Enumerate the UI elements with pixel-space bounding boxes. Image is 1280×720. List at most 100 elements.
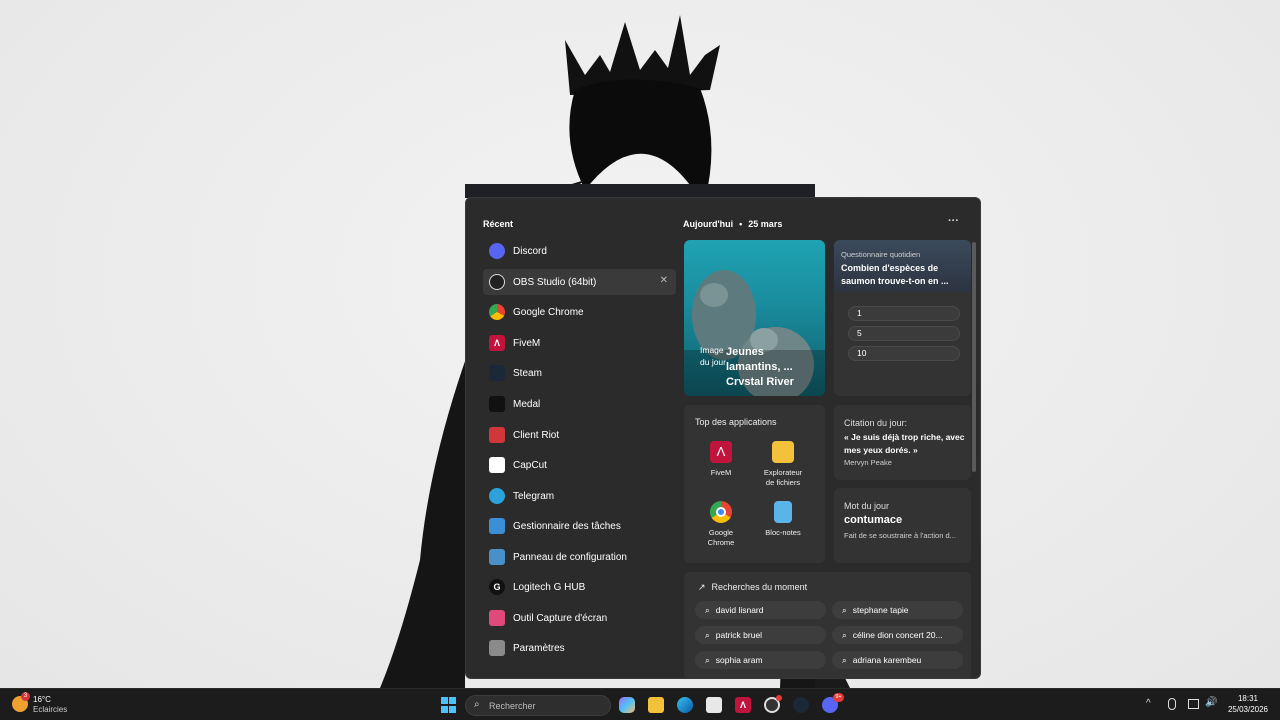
windows-start-icon[interactable]	[440, 697, 456, 713]
top-app-chrome[interactable]: Google Chrome	[691, 501, 751, 548]
store-icon[interactable]	[706, 697, 722, 713]
word-of-day-card[interactable]: Mot du jour contumace Fait de se soustra…	[834, 488, 971, 563]
recent-item-outil-capture-d-cran[interactable]: Outil Capture d'écran	[483, 605, 676, 631]
top-app-notepad[interactable]: Bloc-notes	[753, 501, 813, 538]
trending-pill[interactable]: ⌕ patrick bruel	[695, 626, 826, 644]
trending-pill[interactable]: ⌕ david lisnard	[695, 601, 826, 619]
image-title: Jeunes lamantins, ... Crystal River	[726, 346, 794, 385]
word-definition: Fait de se soustraire à l'action d...	[844, 531, 956, 540]
trending-pill[interactable]: ⌕ céline dion concert 20...	[832, 626, 963, 644]
file-explorer-icon[interactable]	[648, 697, 664, 713]
discord-icon	[489, 243, 505, 259]
more-options-button[interactable]: ···	[948, 215, 959, 227]
chrome-icon	[489, 304, 505, 320]
scrollbar[interactable]	[972, 242, 976, 472]
recent-item-client-riot[interactable]: Client Riot	[483, 422, 676, 448]
recent-item-telegram[interactable]: Telegram	[483, 483, 676, 509]
network-icon[interactable]	[1188, 699, 1199, 709]
settings-icon	[489, 640, 505, 656]
quiz-question: Combien d'espèces de saumon trouve-t-on …	[841, 263, 949, 286]
fivem-icon[interactable]: Λ	[735, 697, 751, 713]
recent-item-label: Outil Capture d'écran	[513, 612, 608, 624]
today-header: Aujourd'hui • 25 mars	[683, 219, 782, 229]
search-icon: ⌕	[842, 604, 847, 615]
recent-item-label: Panneau de configuration	[513, 551, 627, 563]
daily-quiz-card[interactable]: Questionnaire quotidien Combien d'espèce…	[834, 240, 971, 396]
image-of-day-card[interactable]: Image du jour Jeunes lamantins, ... Crys…	[684, 240, 825, 396]
recent-item-obs-studio-64bit[interactable]: OBS Studio (64bit) ✕	[483, 269, 676, 295]
top-app-fivem[interactable]: Λ FiveM	[691, 441, 751, 478]
volume-icon[interactable]: 🔊	[1205, 697, 1217, 708]
quote-text: « Je suis déjà trop riche, avec mes yeux…	[844, 432, 965, 455]
riot-icon	[489, 427, 505, 443]
word-value: contumace	[844, 514, 903, 526]
task-manager-icon	[489, 518, 505, 534]
file-explorer-icon	[772, 441, 794, 463]
recent-item-logitech-g-hub[interactable]: G Logitech G HUB	[483, 574, 676, 600]
quiz-label: Questionnaire quotidien	[841, 250, 921, 259]
recent-item-discord[interactable]: Discord	[483, 238, 676, 264]
search-icon: ⌕	[705, 604, 710, 615]
trending-pill[interactable]: ⌕ stephane tapie	[832, 601, 963, 619]
top-apps-card: Top des applications Λ FiveM Explorateur…	[684, 405, 825, 563]
notification-dot	[776, 695, 782, 701]
quiz-option-3[interactable]: 10	[848, 346, 960, 361]
search-icon: ⌕	[842, 629, 847, 640]
quote-card[interactable]: Citation du jour: « Je suis déjà trop ri…	[834, 405, 971, 480]
quiz-option-2[interactable]: 5	[848, 326, 960, 341]
trending-pill[interactable]: ⌕ sophia aram	[695, 651, 826, 669]
recent-title: Récent	[483, 219, 514, 229]
recent-item-label: Client Riot	[513, 429, 560, 441]
edge-icon[interactable]	[677, 697, 693, 713]
steam-icon[interactable]	[793, 697, 809, 713]
recent-item-google-chrome[interactable]: Google Chrome	[483, 299, 676, 325]
window-strip	[465, 184, 815, 198]
recent-item-gestionnaire-des-t-ches[interactable]: Gestionnaire des tâches	[483, 513, 676, 539]
trending-searches-card: ↗ Recherches du moment ⌕ david lisnard ⌕ s…	[684, 572, 971, 678]
top-app-file-explorer[interactable]: Explorateur de fichiers	[753, 441, 813, 488]
taskbar-search[interactable]: ⌕ Rechercher	[465, 695, 611, 716]
snipping-tool-icon	[489, 610, 505, 626]
recent-item-label: Google Chrome	[513, 306, 584, 318]
copilot-icon[interactable]	[619, 697, 635, 713]
recent-item-label: Gestionnaire des tâches	[513, 520, 621, 532]
word-label: Mot du jour	[844, 501, 890, 511]
trending-arrow-icon: ↗	[698, 582, 706, 592]
quote-label: Citation du jour:	[844, 418, 908, 428]
top-apps-title: Top des applications	[695, 417, 777, 427]
weather-badge: 3	[21, 692, 30, 701]
recent-item-fivem[interactable]: Λ FiveM	[483, 330, 676, 356]
recent-item-panneau-de-configuration[interactable]: Panneau de configuration	[483, 544, 676, 570]
recent-item-medal[interactable]: Medal	[483, 391, 676, 417]
recent-item-label: Paramètres	[513, 642, 565, 654]
chevron-up-icon[interactable]: ^	[1146, 698, 1151, 709]
recent-item-label: Logitech G HUB	[513, 581, 586, 593]
fivem-icon: Λ	[710, 441, 732, 463]
recent-item-label: FiveM	[513, 337, 541, 349]
recent-item-label: Steam	[513, 367, 542, 379]
recent-item-label: OBS Studio (64bit)	[513, 276, 597, 288]
clock-date[interactable]: 25/03/2026	[1224, 705, 1272, 714]
obs-icon	[489, 274, 505, 290]
search-icon: ⌕	[705, 629, 710, 640]
taskbar: 3 16°C Eclaircies ⌕ Rechercher Λ 9+ ^ 🔊 …	[0, 688, 1280, 720]
image-tag: Image du jour	[700, 345, 726, 367]
recent-item-steam[interactable]: Steam	[483, 360, 676, 386]
quote-author: Mervyn Peake	[844, 458, 892, 467]
clock-time[interactable]: 18:31	[1228, 694, 1268, 703]
notepad-icon	[774, 501, 792, 523]
control-panel-icon	[489, 549, 505, 565]
fivem-icon: Λ	[489, 335, 505, 351]
recent-item-label: Telegram	[513, 490, 555, 502]
today-label: Aujourd'hui	[683, 219, 734, 229]
recent-item-param-tres[interactable]: Paramètres	[483, 635, 676, 661]
recent-item-capcut[interactable]: CapCut	[483, 452, 676, 478]
weather-temp: 16°C	[33, 695, 51, 704]
microphone-icon[interactable]	[1168, 698, 1176, 710]
telegram-icon	[489, 488, 505, 504]
start-menu: Récent Discord OBS Studio (64bit) ✕ Google …	[465, 197, 981, 679]
trending-pill[interactable]: ⌕ adriana karembeu	[832, 651, 963, 669]
close-icon[interactable]: ✕	[660, 275, 668, 286]
trending-header: ↗ Recherches du moment	[698, 582, 807, 593]
quiz-option-1[interactable]: 1	[848, 306, 960, 321]
